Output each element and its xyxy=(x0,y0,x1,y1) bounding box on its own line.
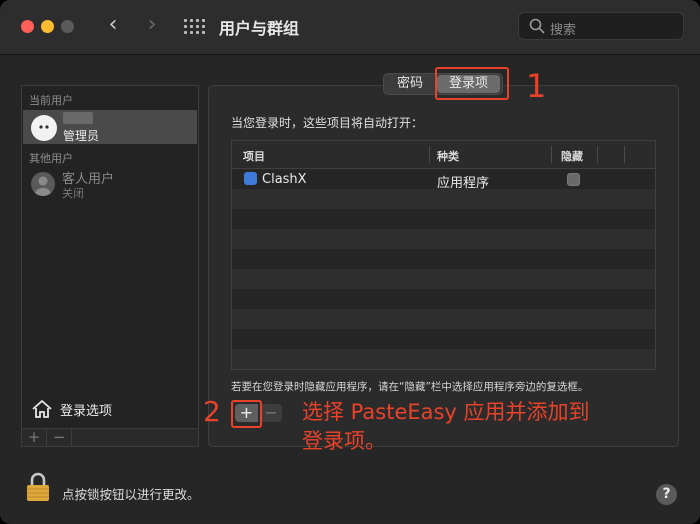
user-name-redacted xyxy=(63,112,93,124)
search-field[interactable]: 搜索 xyxy=(518,12,684,40)
table-row-empty xyxy=(232,269,655,289)
clashx-app-icon xyxy=(244,172,257,185)
login-options-item[interactable]: 登录选项 xyxy=(22,392,198,426)
current-user-row[interactable]: 管理员 xyxy=(23,110,197,144)
help-button[interactable]: ? xyxy=(656,484,677,505)
table-row-empty xyxy=(232,229,655,249)
titlebar: ‹ › 用户与群组 搜索 xyxy=(0,0,700,55)
table-row-empty xyxy=(232,249,655,269)
lock-label: 点按锁按钮以进行更改。 xyxy=(62,487,200,502)
column-header-item[interactable]: 项目 xyxy=(243,148,265,164)
hide-hint-text: 若要在您登录时隐藏应用程序，请在“隐藏”栏中选择应用程序旁边的复选框。 xyxy=(231,381,589,393)
login-options-label: 登录选项 xyxy=(60,404,113,419)
table-row-empty xyxy=(232,289,655,309)
guest-avatar-icon xyxy=(31,172,55,196)
annotation-marker-1: 1 xyxy=(526,67,547,105)
users-sidebar: 当前用户 管理员 其他用户 客人用户 关闭 登录选项 xyxy=(21,85,199,447)
hide-checkbox[interactable] xyxy=(567,173,580,186)
window-title: 用户与群组 xyxy=(219,19,300,38)
table-header: 项目 种类 隐藏 xyxy=(232,141,655,169)
lock-icon[interactable] xyxy=(26,472,50,502)
tab-password[interactable]: 密码 xyxy=(384,75,436,93)
remove-login-item-button[interactable]: − xyxy=(260,404,282,422)
user-role: 管理员 xyxy=(63,129,100,143)
table-row[interactable]: ClashX 应用程序 xyxy=(232,169,655,191)
sidebar-add-remove: + − xyxy=(21,428,199,447)
annotation-line-2: 登录项。 xyxy=(302,429,386,453)
column-header-hidden[interactable]: 隐藏 xyxy=(561,148,583,164)
row-item-name: ClashX xyxy=(262,172,307,187)
table-row-empty xyxy=(232,309,655,329)
add-user-button[interactable]: + xyxy=(22,429,47,446)
guest-user-status: 关闭 xyxy=(62,187,84,200)
preferences-window: ‹ › 用户与群组 搜索 当前用户 管理员 其他用户 客人用户 关闭 登录选项 … xyxy=(0,0,700,524)
other-users-label: 其他用户 xyxy=(29,152,73,165)
minimize-button[interactable] xyxy=(41,20,54,33)
login-items-table: 项目 种类 隐藏 ClashX 应用程序 xyxy=(231,140,656,370)
house-icon xyxy=(32,400,52,418)
annotation-marker-2: 2 xyxy=(203,395,221,428)
avatar-face-icon xyxy=(39,125,49,129)
annotation-instruction: 选择 PasteEasy 应用并添加到 登录项。 xyxy=(302,398,662,456)
table-row-empty xyxy=(232,329,655,349)
show-all-grid-icon[interactable] xyxy=(184,19,205,35)
column-header-kind[interactable]: 种类 xyxy=(437,148,459,164)
search-placeholder: 搜索 xyxy=(550,23,577,38)
table-row-empty xyxy=(232,209,655,229)
user-avatar xyxy=(31,115,57,141)
close-button[interactable] xyxy=(21,20,34,33)
annotation-highlight-1 xyxy=(435,67,509,100)
zoom-button[interactable] xyxy=(61,20,74,33)
annotation-highlight-2 xyxy=(231,400,262,428)
back-icon[interactable]: ‹ xyxy=(102,14,124,38)
current-users-label: 当前用户 xyxy=(29,94,73,107)
forward-icon[interactable]: › xyxy=(141,14,163,38)
annotation-line-1: 选择 PasteEasy 应用并添加到 xyxy=(302,400,590,424)
search-icon xyxy=(529,18,545,34)
table-row-empty xyxy=(232,349,655,369)
remove-user-button[interactable]: − xyxy=(47,429,72,446)
table-row-empty xyxy=(232,189,655,209)
login-items-description: 当您登录时，这些项目将自动打开： xyxy=(231,116,424,130)
